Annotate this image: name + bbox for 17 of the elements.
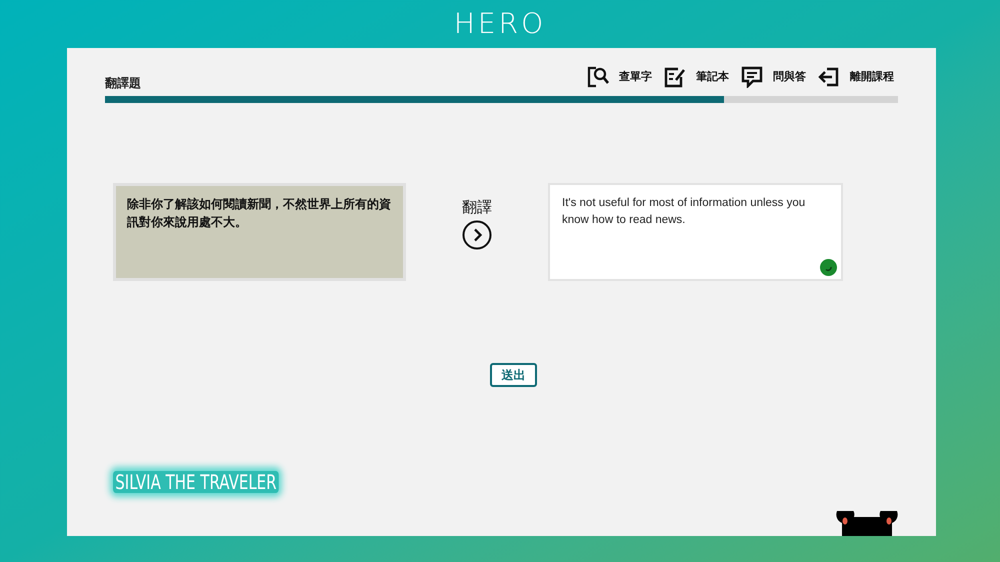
chat-icon — [741, 66, 763, 88]
question-type-title: 翻譯題 — [105, 75, 141, 92]
toolbar-button[interactable]: 查單字 — [587, 66, 652, 88]
exit-icon — [818, 66, 840, 88]
answer-field[interactable]: It's not useful for most of information unless you know how to read news. — [548, 183, 843, 281]
logo: HERO — [454, 6, 546, 42]
source-sentence: 除非你了解該如何閱讀新聞，不然世界上所有的資訊對你來說用處不大。 — [127, 196, 392, 231]
toolbar-button[interactable]: 離開課程 — [818, 66, 894, 88]
toolbar-button[interactable]: 筆記本 — [664, 66, 729, 88]
submit-button[interactable]: 送出 — [490, 363, 537, 387]
toolbar-button[interactable]: 問與答 — [741, 66, 806, 88]
edit-icon — [664, 66, 686, 88]
animal-ears-drawing — [836, 511, 898, 536]
brand-text: SILVIA THE TRAVELER — [113, 471, 279, 493]
status-circle-icon — [820, 259, 837, 276]
translate-label: 翻譯 — [462, 199, 492, 217]
search-icon — [587, 66, 609, 88]
